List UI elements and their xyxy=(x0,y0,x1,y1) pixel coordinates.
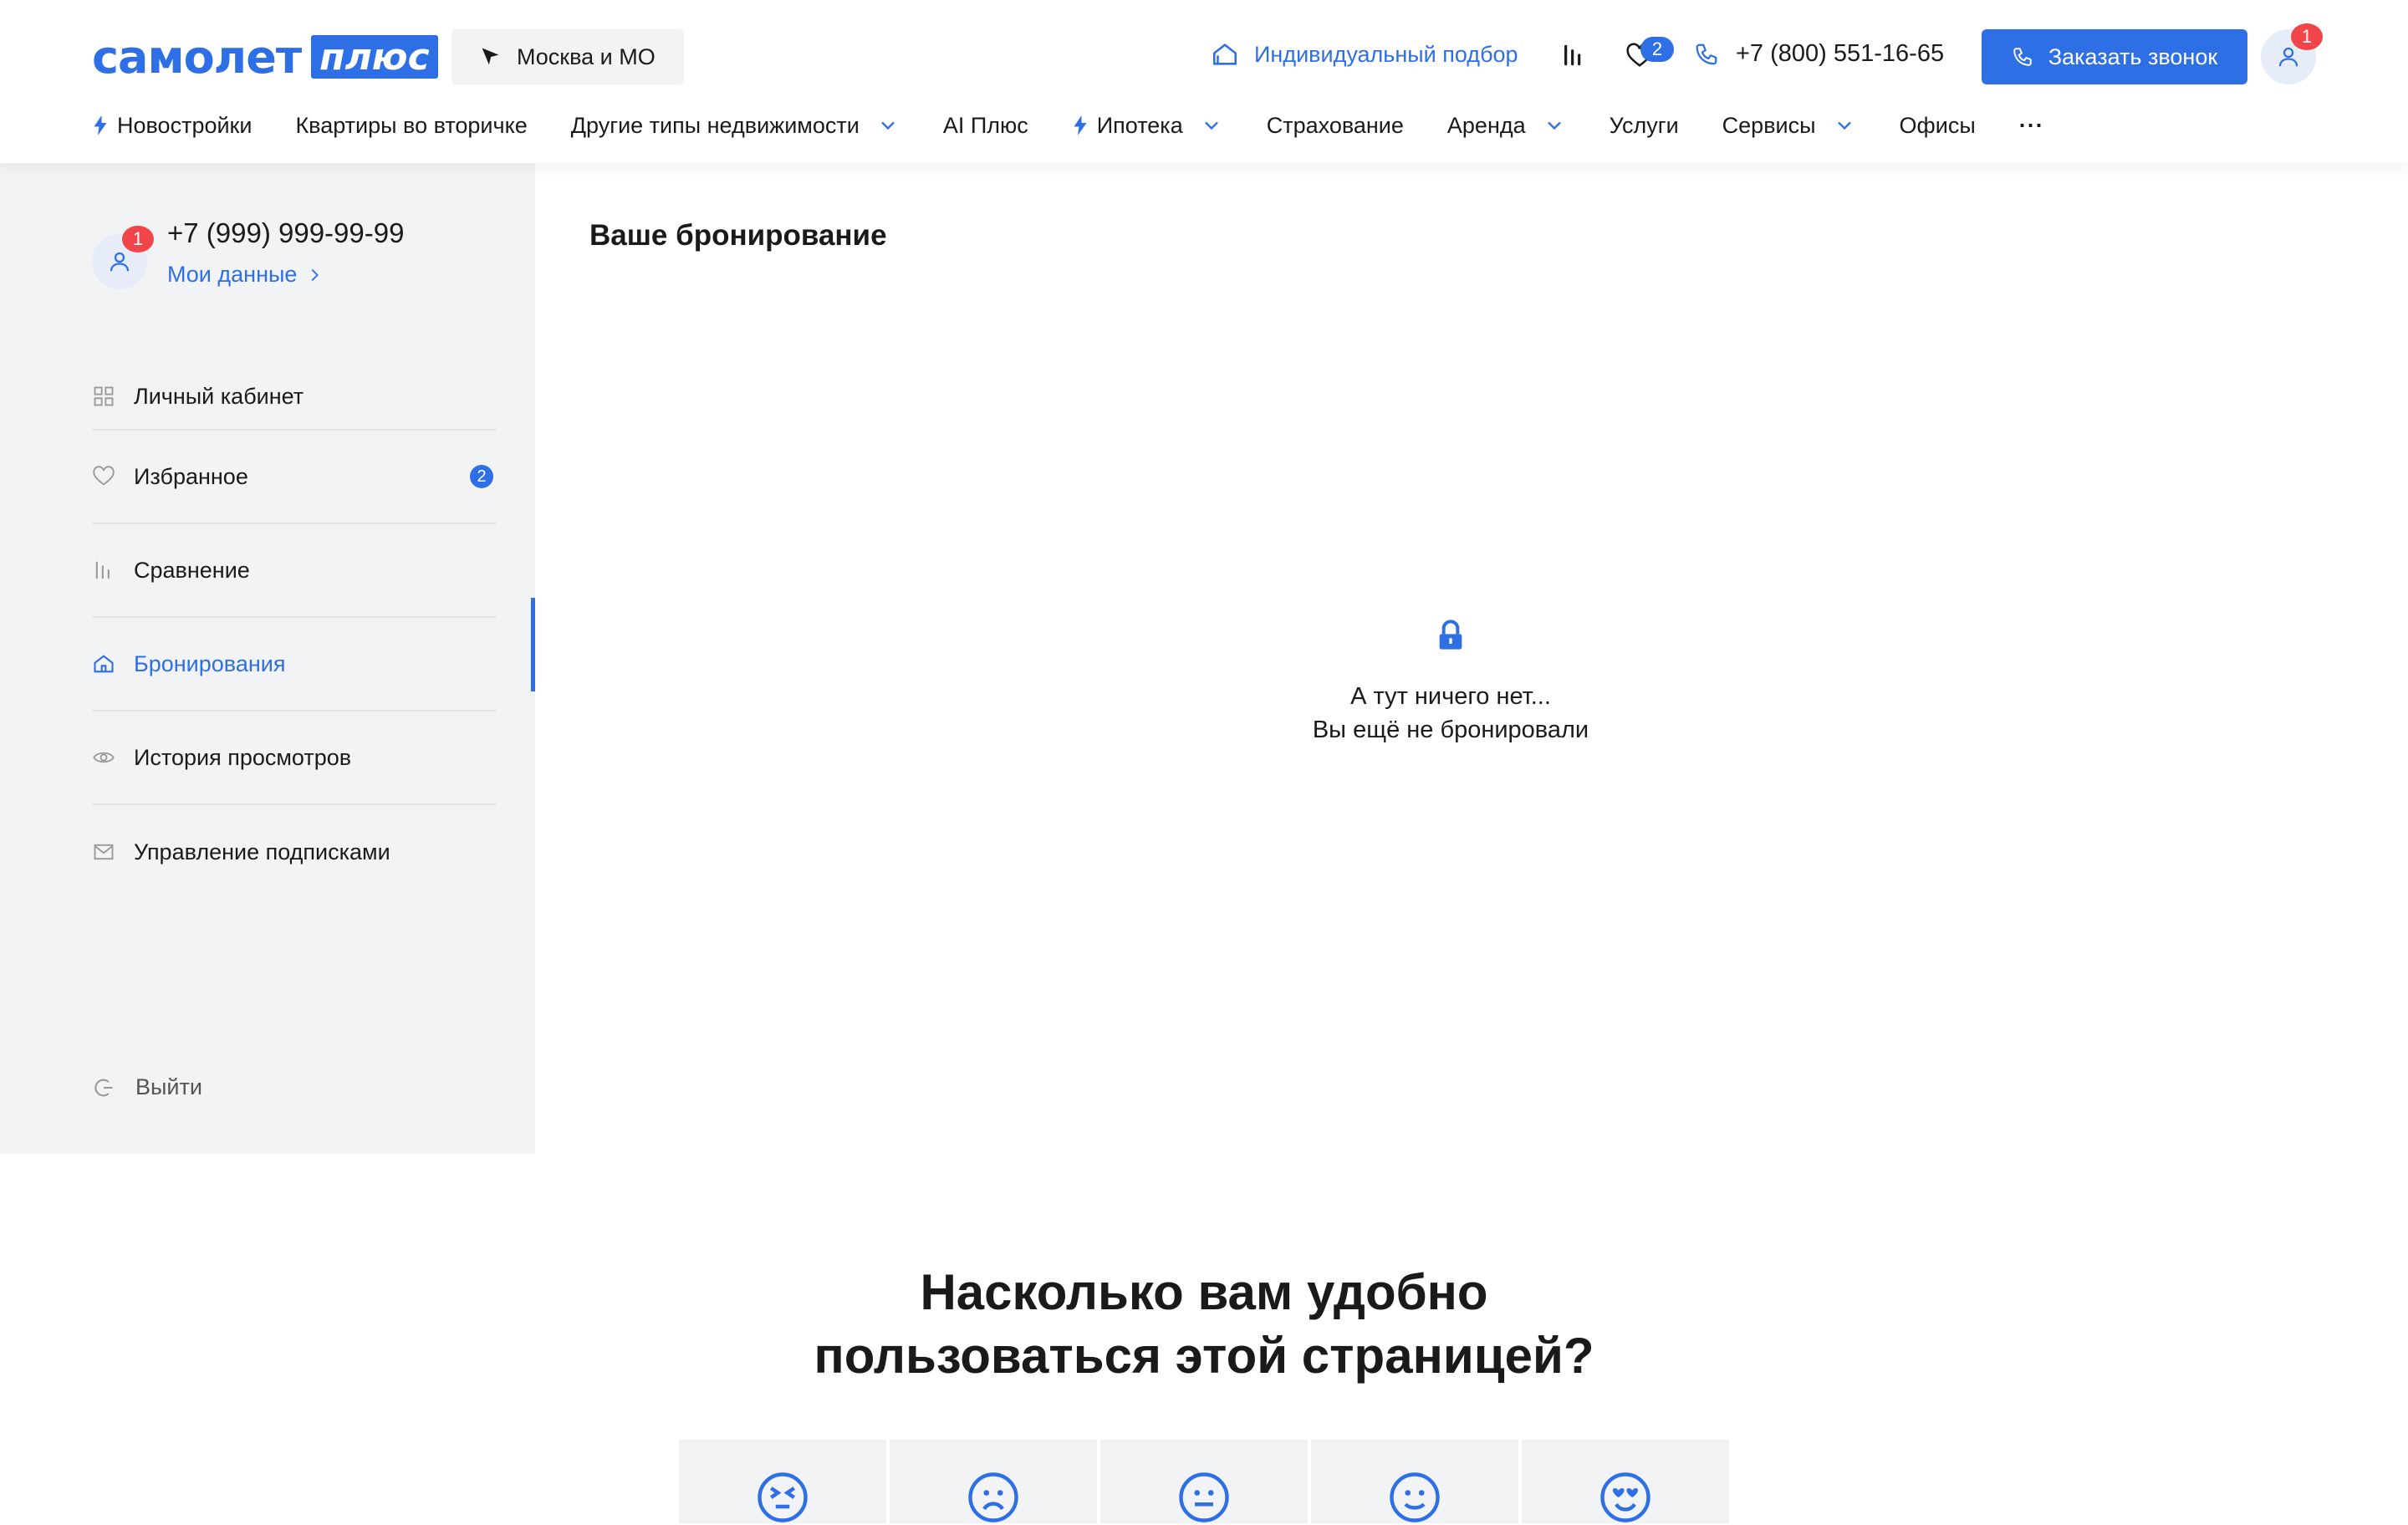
nav-label: Ипотека xyxy=(1096,112,1183,138)
sidebar-item-subscriptions[interactable]: Управление подписками xyxy=(92,805,497,899)
survey-title-line: пользоваться этой страницей? xyxy=(814,1328,1594,1384)
account-menu: Личный кабинет Избранное 2 Сравнение Бро… xyxy=(92,364,497,899)
rating-options xyxy=(679,1440,1729,1523)
very-bad-face-icon xyxy=(758,1472,808,1522)
nav-item-other-types[interactable]: Другие типы недвижимости xyxy=(571,113,900,139)
logo-word: самолет xyxy=(92,30,302,84)
sidebar-item-favorites[interactable]: Избранное 2 xyxy=(92,431,497,524)
sidebar-item-dashboard[interactable]: Личный кабинет xyxy=(92,364,497,431)
rating-option-4[interactable] xyxy=(1311,1440,1518,1523)
nav-label: Квартиры во вторичке xyxy=(295,112,528,138)
notification-badge: 1 xyxy=(2291,23,2323,50)
nav-item-new-buildings[interactable]: Новостройки xyxy=(92,113,252,139)
phone-icon xyxy=(2013,48,2032,66)
page-title: Ваше бронирование xyxy=(589,219,887,252)
rating-option-3[interactable] xyxy=(1100,1440,1308,1523)
individual-pick-link[interactable]: Индивидуальный подбор xyxy=(1211,40,1518,69)
nav-item-services[interactable]: Услуги xyxy=(1610,113,1679,139)
sidebar-item-label: Управление подписками xyxy=(134,839,390,865)
house-icon xyxy=(1212,43,1237,65)
sidebar-item-label: Личный кабинет xyxy=(134,383,304,409)
sidebar-item-history[interactable]: История просмотров xyxy=(92,711,497,805)
nav-item-ai-plus[interactable]: AI Плюс xyxy=(943,113,1028,139)
chevron-right-icon xyxy=(312,268,319,281)
logout-label: Выйти xyxy=(135,1074,202,1099)
site-header: самолет плюс Москва и МО Индивидуальный … xyxy=(0,0,2408,163)
sidebar-item-bookings[interactable]: Бронирования xyxy=(92,618,497,711)
region-selector[interactable]: Москва и МО xyxy=(452,29,684,84)
bolt-icon xyxy=(1074,115,1087,135)
compare-icon[interactable] xyxy=(1560,42,1587,69)
grid-icon xyxy=(94,386,114,406)
nav-label: Страхование xyxy=(1266,112,1404,138)
nav-item-offices[interactable]: Офисы xyxy=(1900,113,1976,139)
region-label: Москва и МО xyxy=(517,43,656,69)
order-call-button[interactable]: Заказать звонок xyxy=(1982,29,2247,84)
individual-pick-label: Индивидуальный подбор xyxy=(1254,41,1518,67)
neutral-face-icon xyxy=(1179,1472,1229,1522)
empty-state-subtitle: Вы ещё не бронировали xyxy=(1312,717,1589,743)
favorites-count-badge: 2 xyxy=(470,465,493,488)
home-icon xyxy=(94,655,114,673)
nav-more-button[interactable]: ··· xyxy=(2019,113,2044,139)
slight-smile-face-icon xyxy=(1390,1472,1440,1522)
heart-icon xyxy=(93,466,115,486)
nav-label: Офисы xyxy=(1899,112,1976,138)
active-indicator xyxy=(531,598,535,691)
sidebar-item-label: История просмотров xyxy=(134,744,352,770)
order-call-label: Заказать звонок xyxy=(2048,43,2218,69)
chevron-down-icon xyxy=(1204,121,1218,130)
rating-option-1[interactable] xyxy=(679,1440,886,1523)
nav-label: Новостройки xyxy=(117,112,253,138)
sidebar-item-label: Сравнение xyxy=(134,557,250,583)
nav-label: Другие типы недвижимости xyxy=(570,112,860,138)
location-arrow-icon xyxy=(482,48,499,65)
phone-icon xyxy=(1696,43,1717,64)
sad-face-icon xyxy=(968,1472,1018,1522)
nav-item-tools[interactable]: Сервисы xyxy=(1722,113,1856,139)
account-sidebar: 1 +7 (999) 999-99-99 Мои данные Личный к… xyxy=(0,163,535,1154)
chevron-down-icon xyxy=(1837,121,1851,130)
rating-option-2[interactable] xyxy=(890,1440,1097,1523)
user-icon xyxy=(2278,47,2298,67)
logo-badge: плюс xyxy=(311,35,438,79)
sidebar-item-label: Бронирования xyxy=(134,650,286,676)
nav-item-rent[interactable]: Аренда xyxy=(1447,113,1566,139)
chevron-down-icon xyxy=(881,121,895,130)
nav-label: Аренда xyxy=(1446,112,1526,138)
sidebar-item-label: Избранное xyxy=(134,463,248,489)
chevron-down-icon xyxy=(1547,121,1561,130)
lock-icon xyxy=(1439,620,1462,650)
logout-icon xyxy=(94,1079,113,1096)
favorites-count-badge: 2 xyxy=(1640,37,1674,62)
my-data-link[interactable]: Мои данные xyxy=(167,262,324,288)
my-data-label: Мои данные xyxy=(167,262,298,287)
header-phone[interactable]: +7 (800) 551-16-65 xyxy=(1694,40,1944,68)
survey-title: Насколько вам удобно пользоваться этой с… xyxy=(535,1261,1873,1388)
sidebar-item-compare[interactable]: Сравнение xyxy=(92,524,497,618)
empty-state-title: А тут ничего нет... xyxy=(1350,683,1551,710)
profile-phone: +7 (999) 999-99-99 xyxy=(167,217,405,248)
user-icon xyxy=(110,252,130,272)
survey-title-line: Насколько вам удобно xyxy=(920,1264,1488,1320)
empty-state: А тут ничего нет... Вы ещё не бронировал… xyxy=(1087,619,1814,747)
logout-button[interactable]: Выйти xyxy=(92,1074,202,1100)
bolt-icon xyxy=(94,115,107,135)
mail-icon xyxy=(94,844,114,860)
nav-item-secondary[interactable]: Квартиры во вторичке xyxy=(295,113,527,139)
main-nav: Новостройки Квартиры во вторичке Другие … xyxy=(92,107,2088,144)
more-icon: ··· xyxy=(2018,112,2044,138)
nav-label: Сервисы xyxy=(1722,112,1816,138)
nav-item-mortgage[interactable]: Ипотека xyxy=(1072,113,1223,139)
profile-notification-badge: 1 xyxy=(122,226,154,252)
eye-icon xyxy=(93,752,115,763)
nav-label: Услуги xyxy=(1609,112,1679,138)
love-face-icon xyxy=(1600,1472,1650,1522)
logo[interactable]: самолет плюс xyxy=(92,31,438,84)
nav-item-insurance[interactable]: Страхование xyxy=(1267,113,1404,139)
compare-icon xyxy=(95,561,110,579)
nav-label: AI Плюс xyxy=(942,112,1028,138)
header-phone-number: +7 (800) 551-16-65 xyxy=(1736,40,1945,67)
rating-option-5[interactable] xyxy=(1522,1440,1729,1523)
